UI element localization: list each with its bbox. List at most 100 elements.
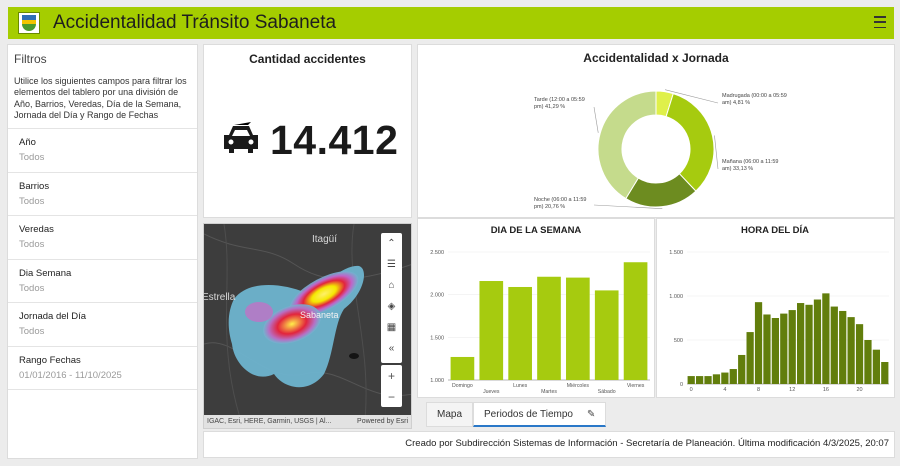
x-tick-label: 8 [757,387,760,393]
hour-bar-chart: HORA DEL DÍA 0 500 1.000 1.500 0 4 8 12 16 20 [669,225,889,393]
y-tick-label: 1.500 [430,335,444,341]
slice-leader-line [714,135,719,170]
weekday-title: DIA DE LA SEMANA [491,225,582,236]
filter-value: Todos [19,326,45,337]
home-icon[interactable]: ⌂ [381,275,402,296]
x-tick-label: 0 [690,387,693,393]
tab-mapa[interactable]: Mapa [426,402,474,427]
filter-value: Todos [19,239,45,250]
bar[interactable] [729,369,737,384]
bar[interactable] [805,304,813,384]
x-tick-label: Sábado [598,389,616,395]
bar[interactable] [847,317,855,384]
map-label-sabaneta: Sabaneta [300,310,339,320]
collapse-icon[interactable]: « [381,338,402,359]
app-header: Accidentalidad Tránsito Sabaneta [8,7,894,39]
bar[interactable] [763,314,771,384]
filter-barrios[interactable]: Barrios Todos [8,172,197,215]
jornada-title: Accidentalidad x Jornada [583,51,729,65]
chevron-up-icon[interactable]: ⌃ [381,233,402,254]
x-tick-label: Miércoles [567,383,590,389]
zoom-controls: + − [381,365,402,407]
car-icon [224,121,258,153]
bar[interactable] [450,356,475,380]
hour-chart-panel: HORA DEL DÍA 0 500 1.000 1.500 0 4 8 12 16 20 [656,218,895,398]
filter-value: Todos [19,152,45,163]
bar[interactable] [881,362,889,384]
y-tick-label: 2.000 [430,293,444,299]
zoom-in-button[interactable]: + [381,365,402,386]
filter-rango-fechas[interactable]: Rango Fechas 01/01/2016 - 11/10/2025 [8,346,197,390]
bar[interactable] [687,376,695,384]
bar[interactable] [797,303,805,384]
footer-credits: Creado por Subdirección Sistemas de Info… [203,431,895,458]
bar[interactable] [594,290,619,380]
bar[interactable] [864,340,872,384]
tab-periodos-de-tiempo[interactable]: Periodos de Tiempo ✎ [473,402,607,427]
slice-leader-line [593,106,599,133]
list-icon[interactable]: ☰ [381,254,402,275]
bar[interactable] [746,332,754,384]
layers-icon[interactable]: ◈ [381,296,402,317]
bar[interactable] [696,376,704,384]
filter-value: Todos [19,196,45,207]
x-tick-label: 4 [723,387,726,393]
filter-label: Veredas [19,224,54,235]
y-tick-label: 1.500 [669,250,683,256]
bar[interactable] [479,281,504,380]
view-tabs: Mapa Periodos de Tiempo ✎ [426,402,607,427]
bar[interactable] [704,376,712,384]
filter-dia-semana[interactable]: Dia Semana Todos [8,259,197,302]
filters-title: Filtros [14,52,47,66]
bar[interactable] [813,299,822,384]
bar[interactable] [738,354,746,384]
bar[interactable] [712,374,721,384]
bar[interactable] [839,310,847,384]
slice-label: Tarde (12:00 a 05:59 pm) 41,29 % [534,97,585,110]
x-tick-label: Lunes [513,383,528,389]
bar[interactable] [830,306,838,384]
bar[interactable] [855,324,864,384]
pencil-icon[interactable]: ✎ [587,409,595,420]
powered-by-esri[interactable]: Powered by Esri [357,418,408,425]
y-tick-label: 500 [674,338,683,344]
filter-label: Rango Fechas [19,355,81,366]
filter-value: 01/01/2016 - 11/10/2025 [19,370,122,381]
municipal-shield-icon [18,12,40,34]
bar[interactable] [788,310,796,384]
filters-description: Utilice los siguientes campos para filtr… [14,76,187,120]
page-title: Accidentalidad Tránsito Sabaneta [53,12,337,33]
filter-value: Todos [19,283,45,294]
count-title: Cantidad accidentes [249,52,366,66]
bar[interactable] [780,313,788,384]
y-tick-label: 1.000 [430,378,444,384]
bar[interactable] [537,276,561,380]
bar[interactable] [822,293,830,384]
bar[interactable] [566,277,590,380]
filter-label: Barrios [19,181,50,192]
attribution-text[interactable]: IGAC, Esri, HERE, Garmin, USGS | Al... [207,418,331,425]
hamburger-menu-icon[interactable] [874,16,886,28]
hour-title: HORA DEL DÍA [741,225,809,236]
zoom-out-button[interactable]: − [381,386,402,407]
tab-label: Periodos de Tiempo [484,408,573,420]
map-attribution: IGAC, Esri, HERE, Garmin, USGS | Al... P… [204,415,411,428]
bar[interactable] [771,318,779,384]
map-label-itagui: Itagüí [312,234,337,245]
jornada-donut-chart: Accidentalidad x Jornada Madrugada (00:0… [534,51,787,210]
filter-jornada[interactable]: Jornada del Día Todos [8,302,197,346]
bar[interactable] [872,349,880,384]
qr-icon[interactable]: ▦ [381,317,402,338]
bar[interactable] [508,286,532,380]
bar[interactable] [623,262,648,380]
filter-veredas[interactable]: Veredas Todos [8,215,197,259]
slice-label: Madrugada (00:00 a 05:59 am) 4,81 % [722,93,787,106]
heatmap-map[interactable]: Itagüí Estrella Sabaneta ⌃ ☰ ⌂ ◈ ▦ « + −… [203,223,412,429]
bar[interactable] [721,372,729,384]
y-tick-label: 1.000 [669,294,683,300]
map-label-estrella: Estrella [204,292,236,303]
donut-slice[interactable] [665,93,715,192]
filter-year[interactable]: Año Todos [8,128,197,172]
bar[interactable] [754,302,763,384]
y-tick-label: 0 [680,382,683,388]
